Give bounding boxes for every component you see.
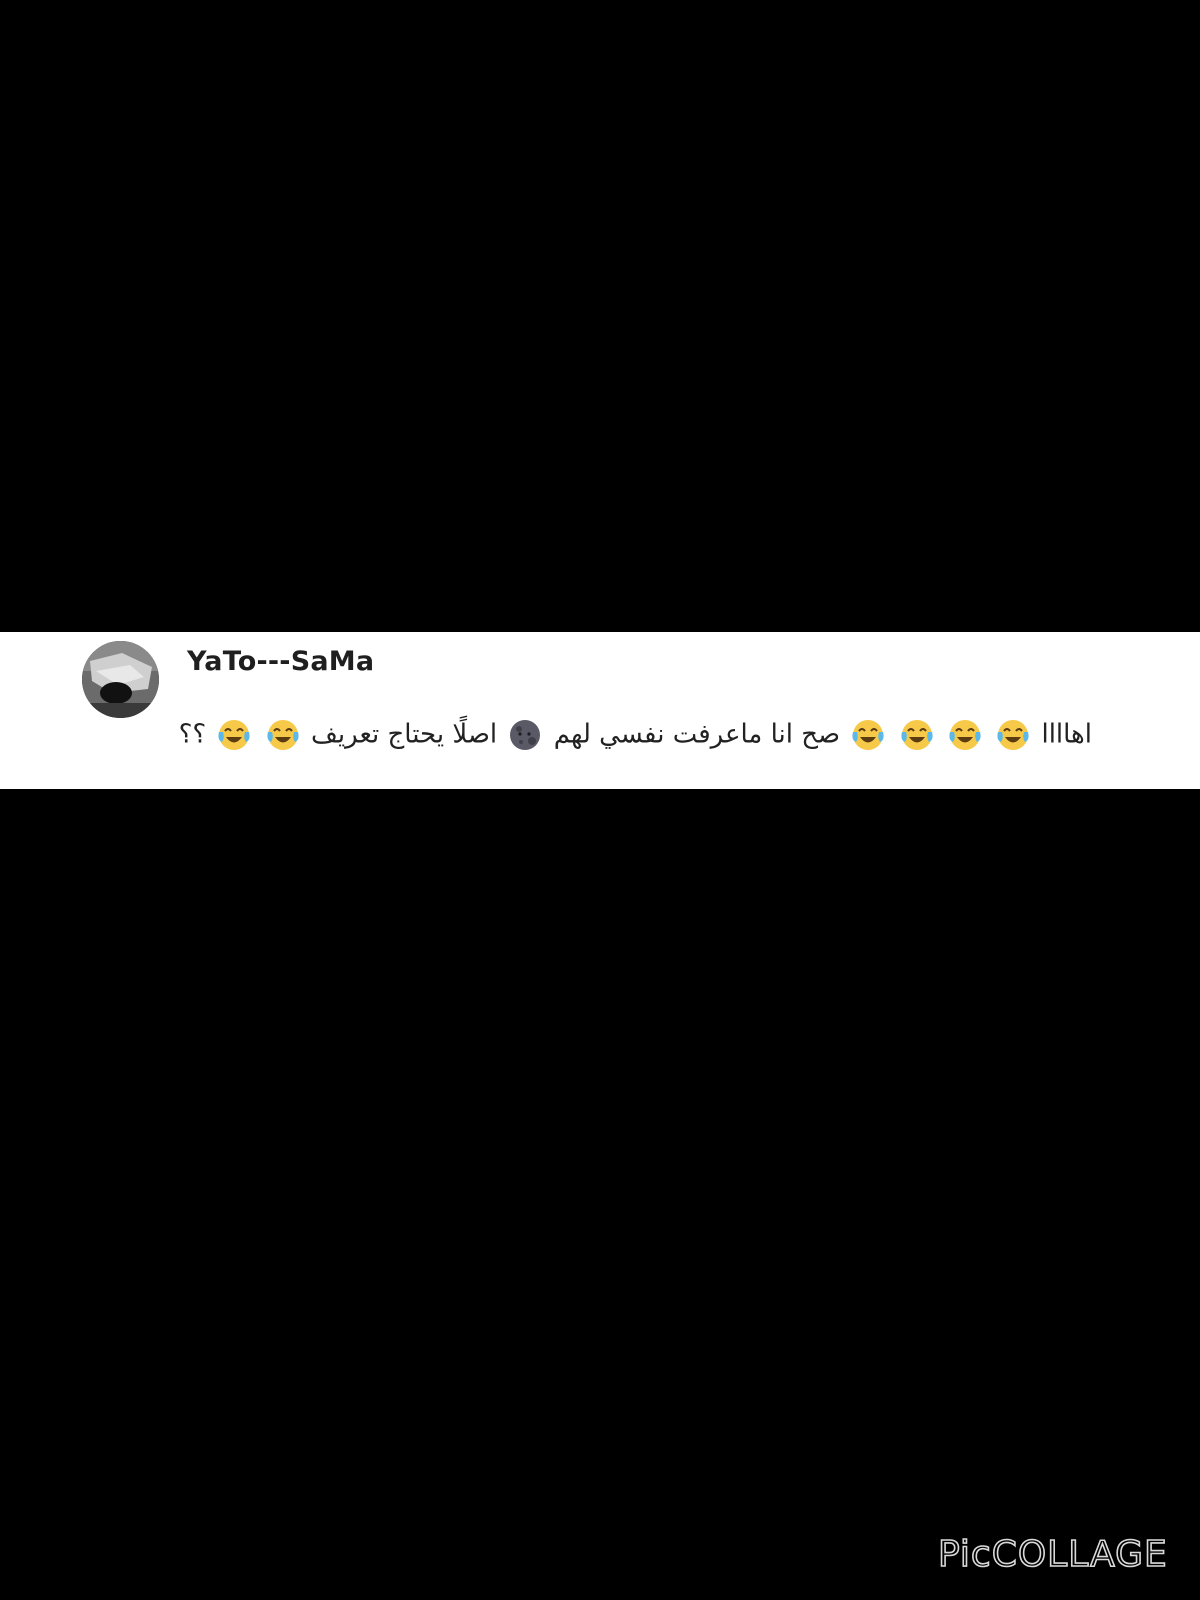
comment-text-segment: اهاااا bbox=[1041, 719, 1092, 750]
comment-card: YaTo---SaMa اهاااا صح انا ماعرفت نفسي له… bbox=[0, 632, 1200, 789]
comment-text: اهاااا صح انا ماعرفت نفسي لهم اصلًا يحتا… bbox=[178, 712, 1092, 756]
face-with-tears-of-joy-icon bbox=[851, 718, 885, 752]
new-moon-face-icon bbox=[508, 718, 542, 752]
face-with-tears-of-joy-icon bbox=[266, 718, 300, 752]
username[interactable]: YaTo---SaMa bbox=[187, 646, 374, 677]
face-with-tears-of-joy-icon bbox=[217, 718, 251, 752]
piccollage-watermark: PicCOLLAGE bbox=[938, 1533, 1168, 1574]
comment-text-segment: اصلًا يحتاج تعريف bbox=[310, 719, 498, 750]
avatar-image bbox=[82, 641, 159, 718]
watermark-text: PicCOLLAGE bbox=[938, 1534, 1168, 1574]
comment-text-segment: ؟؟ bbox=[178, 719, 207, 750]
comment-text-segment: صح انا ماعرفت نفسي لهم bbox=[553, 719, 841, 750]
avatar[interactable] bbox=[82, 641, 159, 718]
face-with-tears-of-joy-icon bbox=[900, 718, 934, 752]
face-with-tears-of-joy-icon bbox=[948, 718, 982, 752]
face-with-tears-of-joy-icon bbox=[996, 718, 1030, 752]
